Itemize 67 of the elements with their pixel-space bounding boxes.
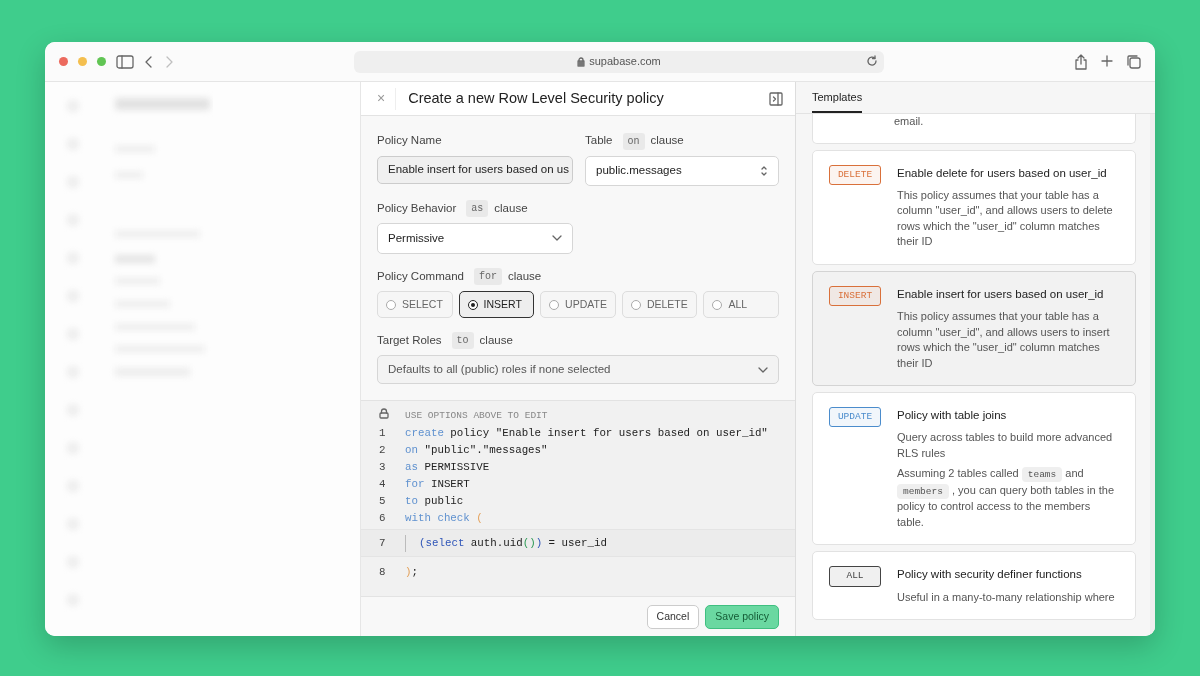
roles-select[interactable]: Defaults to all (public) roles if none selected bbox=[377, 355, 779, 385]
code-line: 4 for INSERT bbox=[378, 476, 471, 492]
sidebar-icon[interactable] bbox=[116, 54, 134, 69]
template-title: Policy with security definer functions bbox=[897, 567, 1083, 583]
address-bar[interactable]: supabase.com bbox=[354, 50, 884, 73]
behavior-select[interactable]: Permissive bbox=[377, 222, 573, 254]
field-label: Policy Name bbox=[377, 133, 442, 149]
method-tag: ALL bbox=[829, 566, 881, 587]
scrollbar[interactable] bbox=[1150, 114, 1155, 636]
template-title: Policy with table joins bbox=[897, 408, 1008, 423]
field-label: Target Roles bbox=[377, 333, 442, 349]
template-title: Enable delete for users based on user_id bbox=[897, 165, 1108, 181]
window-control-button[interactable] bbox=[59, 57, 68, 66]
template-description: email. bbox=[894, 114, 924, 129]
field-label: Policy Behavior bbox=[377, 200, 457, 216]
cancel-button[interactable]: Cancel bbox=[646, 604, 700, 629]
share-icon[interactable] bbox=[1074, 53, 1088, 70]
template-description: Useful in a many-to-many relationship where bbox=[897, 589, 1115, 605]
clause-keyword: for bbox=[473, 268, 502, 286]
template-description: Query across tables to build more advanced RLS rules bbox=[897, 430, 1114, 461]
template-description: Assuming 2 tables called teams and members , you can query both tables in the policy to control access to the members table. bbox=[897, 466, 1116, 530]
command-option[interactable]: SELECT bbox=[377, 291, 453, 319]
field-label: Policy Command bbox=[377, 268, 464, 284]
command-option[interactable]: DELETE bbox=[621, 291, 698, 319]
collapse-panel-icon[interactable] bbox=[769, 91, 783, 106]
clause-label: clause bbox=[507, 268, 542, 284]
command-option[interactable]: ALL bbox=[703, 291, 779, 319]
clause-keyword: to bbox=[451, 332, 474, 350]
clause-label: clause bbox=[494, 200, 528, 216]
chevron-updown-icon bbox=[760, 164, 768, 177]
method-tag: INSERT bbox=[829, 285, 881, 306]
tabs-overview-icon[interactable] bbox=[1126, 53, 1141, 70]
code-line: 1 create policy "Enable insert for users based on user_id" bbox=[378, 425, 769, 441]
template-card[interactable]: email. bbox=[812, 114, 1136, 144]
reload-icon[interactable] bbox=[866, 54, 878, 67]
template-card[interactable]: ALL Policy with security definer functions Useful in a many-to-many relationship where bbox=[812, 551, 1136, 620]
window-control-button[interactable] bbox=[97, 57, 106, 66]
method-tag: DELETE bbox=[829, 164, 881, 185]
code-line: 3 as PERMISSIVE bbox=[378, 459, 491, 475]
template-description: This policy assumes that your table has a column "user_id", and allows users to insert rows which the "user_id" column matches their ID bbox=[897, 309, 1111, 371]
code-line: 8 ); bbox=[378, 564, 419, 580]
chevron-down-icon bbox=[758, 366, 768, 373]
panel-title: Create a new Row Level Security policy bbox=[395, 87, 664, 110]
lock-icon bbox=[379, 407, 389, 419]
clause-keyword: on bbox=[622, 132, 645, 150]
save-button[interactable]: Save policy bbox=[705, 604, 779, 629]
template-card[interactable]: DELETE Enable delete for users based on user_id This policy assumes that your table has a column "user_id", and allows users to delete rows which the "user_id" column matches their ID bbox=[812, 149, 1136, 265]
code-line: 6 with check ( bbox=[378, 510, 484, 526]
template-title: Enable insert for users based on user_id bbox=[897, 286, 1105, 302]
command-option[interactable]: UPDATE bbox=[540, 291, 616, 319]
back-icon[interactable] bbox=[144, 54, 154, 69]
editor-hint: USE OPTIONS ABOVE TO EDIT bbox=[405, 408, 548, 423]
lock-icon bbox=[577, 56, 586, 67]
clause-keyword: as bbox=[466, 199, 489, 217]
clause-label: clause bbox=[650, 133, 684, 149]
template-description: This policy assumes that your table has a column "user_id", and allows users to delete rows which the "user_id" column matches their ID bbox=[897, 187, 1114, 250]
template-card[interactable] bbox=[812, 392, 1136, 546]
clause-label: clause bbox=[479, 333, 513, 349]
command-option[interactable]: INSERT bbox=[458, 291, 535, 319]
chevron-down-icon bbox=[552, 235, 562, 242]
policy-name-field[interactable]: Enable insert for users based on us bbox=[377, 155, 573, 184]
table-select[interactable]: public.messages bbox=[585, 155, 779, 186]
code-line: 5 to public bbox=[378, 493, 465, 509]
method-tag: UPDATE bbox=[829, 407, 881, 428]
code-line: 2 on "public"."messages" bbox=[378, 442, 549, 458]
template-card[interactable]: INSERT Enable insert for users based on user_id This policy assumes that your table has a column "user_id", and allows users to insert rows which the "user_id" column matches their ID bbox=[812, 270, 1136, 386]
field-label: Table bbox=[585, 133, 613, 149]
